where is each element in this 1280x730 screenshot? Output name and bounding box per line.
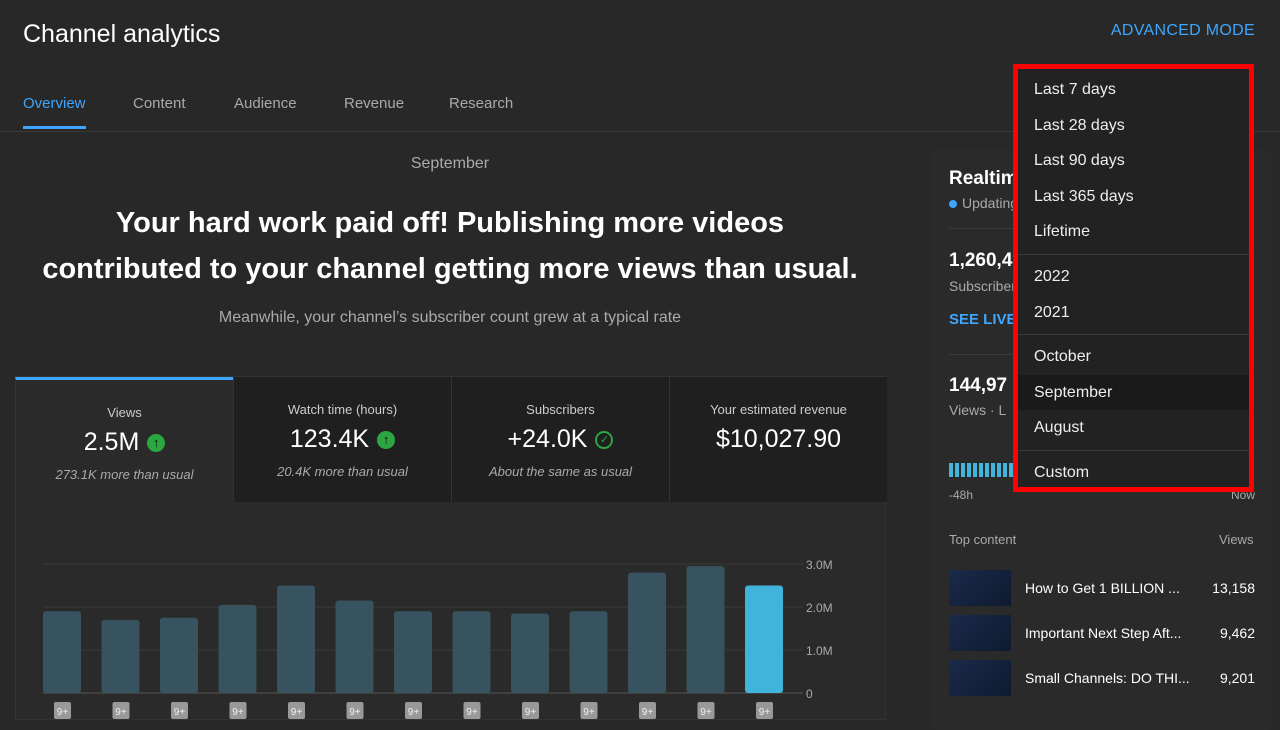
bar[interactable]: [628, 572, 666, 693]
top-content-label: Top content: [949, 532, 1017, 547]
bar[interactable]: [745, 585, 783, 694]
video-badge-label: 9+: [232, 707, 244, 718]
views-count: 144,97: [949, 375, 1008, 396]
subscriber-count: 1,260,4: [949, 250, 1013, 271]
overview-card: Views 2.5M ↑ 273.1K more than usual Watch …: [15, 376, 887, 720]
subline: Meanwhile, your channel’s subscriber cou…: [218, 309, 682, 326]
bar[interactable]: [218, 604, 257, 693]
video-badge-label: 9+: [759, 707, 771, 718]
video-badge-label: 9+: [700, 707, 712, 718]
headline: Your hard work paid off! Publishing more…: [42, 207, 858, 285]
menu-item-last-90-days[interactable]: Last 90 days: [1018, 143, 1249, 179]
tab-overview[interactable]: Overview: [23, 95, 86, 129]
video-badge-label: 9+: [466, 707, 478, 718]
bar[interactable]: [101, 619, 140, 693]
date-range-dropdown: Last 7 days Last 28 days Last 90 days Last …: [1013, 64, 1254, 492]
tab-revenue[interactable]: Revenue: [344, 95, 404, 112]
bar[interactable]: [511, 613, 549, 693]
tab-content[interactable]: Content: [133, 95, 186, 112]
video-badge-label: 9+: [291, 707, 303, 718]
video-title: Important Next Step Aft...: [1025, 625, 1182, 641]
bar[interactable]: [160, 617, 198, 693]
page-title: Channel analytics: [23, 20, 221, 48]
menu-divider: [1018, 253, 1249, 255]
menu-item-october[interactable]: October: [1018, 339, 1249, 375]
bar[interactable]: [394, 611, 432, 693]
menu-item-last-365-days[interactable]: Last 365 days: [1018, 179, 1249, 215]
menu-item-last-7-days[interactable]: Last 7 days: [1018, 72, 1249, 108]
bar[interactable]: [686, 566, 725, 693]
bar[interactable]: [335, 600, 374, 693]
y-tick-label: 1.0M: [806, 644, 833, 658]
y-tick-label: 0: [806, 687, 813, 701]
bar[interactable]: [277, 585, 315, 694]
menu-item-custom[interactable]: Custom: [1018, 455, 1249, 491]
top-content-item[interactable]: Small Channels: DO THI... 9,201: [949, 660, 1255, 696]
tab-research[interactable]: Research: [449, 95, 513, 112]
video-views: 9,201: [1219, 670, 1255, 686]
see-live-count-link[interactable]: SEE LIVE: [949, 311, 1017, 328]
video-views: 13,158: [1212, 580, 1255, 596]
menu-item-september[interactable]: September: [1018, 374, 1249, 411]
menu-item-august[interactable]: August: [1018, 410, 1249, 446]
bar[interactable]: [569, 611, 608, 693]
video-thumbnail: [949, 660, 1011, 696]
video-badge-label: 9+: [115, 707, 127, 718]
video-thumbnail: [949, 570, 1011, 606]
live-dot-icon: [949, 200, 957, 208]
advanced-mode-button[interactable]: ADVANCED MODE: [1111, 22, 1255, 40]
video-title: How to Get 1 BILLION ...: [1025, 580, 1180, 596]
video-badge-label: 9+: [583, 707, 595, 718]
bar[interactable]: [452, 611, 491, 693]
top-content-item[interactable]: How to Get 1 BILLION ... 13,158: [949, 570, 1255, 606]
video-badge-label: 9+: [408, 707, 420, 718]
video-badge-label: 9+: [349, 707, 361, 718]
start-label: -48h: [949, 488, 974, 502]
y-tick-label: 3.0M: [806, 558, 833, 572]
video-badge-label: 9+: [642, 707, 654, 718]
period-label: September: [410, 155, 490, 172]
bar[interactable]: [43, 611, 81, 693]
views-column-label: Views: [1219, 532, 1254, 547]
video-badge-label: 9+: [525, 707, 537, 718]
menu-divider: [1018, 449, 1249, 451]
menu-item-lifetime[interactable]: Lifetime: [1018, 214, 1249, 250]
tab-audience[interactable]: Audience: [234, 95, 297, 112]
top-content-item[interactable]: Important Next Step Aft... 9,462: [949, 615, 1255, 651]
video-badge-label: 9+: [174, 707, 186, 718]
video-views: 9,462: [1219, 625, 1255, 641]
menu-divider: [1018, 334, 1249, 336]
menu-item-2021[interactable]: 2021: [1018, 295, 1249, 331]
video-thumbnail: [949, 615, 1011, 651]
menu-item-last-28-days[interactable]: Last 28 days: [1018, 108, 1249, 144]
views-chart: 0 1.0M 2.0M 3.0M 9+ 9+ 9+ 9+ 9+ 9+ 9+ 9+ 9+ 9+ 9+ 9+ 9+: [43, 558, 833, 719]
video-badge-label: 9+: [57, 707, 69, 718]
y-tick-label: 2.0M: [806, 601, 833, 615]
video-title: Small Channels: DO THI...: [1025, 670, 1190, 686]
views-label: Views · L: [949, 402, 1007, 418]
menu-item-2022[interactable]: 2022: [1018, 259, 1249, 295]
subscriber-label: Subscribers: [949, 278, 1023, 294]
